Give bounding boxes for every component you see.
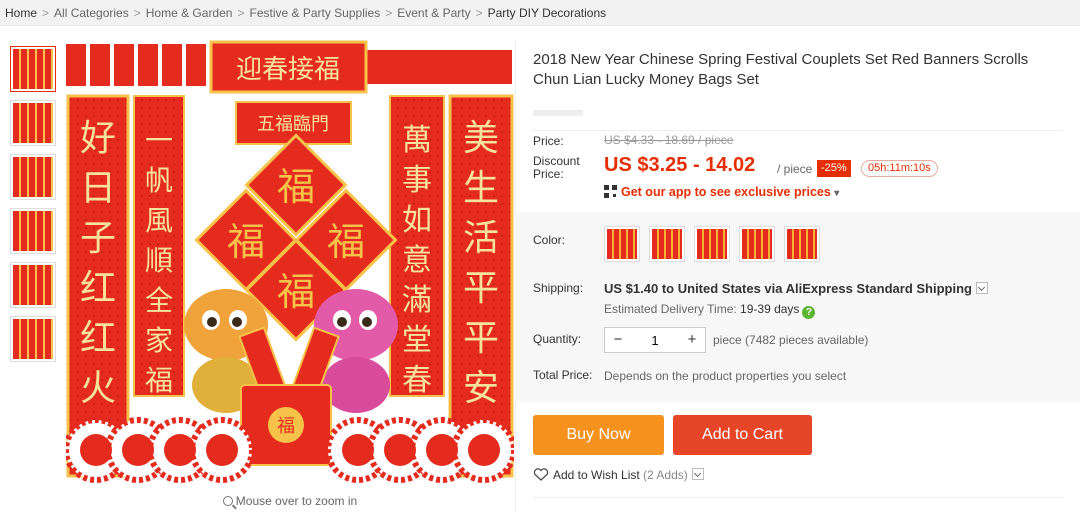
help-icon[interactable]: ? — [802, 306, 816, 319]
shipping-destination: United States via AliExpress Standard Sh… — [677, 281, 972, 296]
wish-adds-count: (2 Adds) — [643, 468, 688, 482]
left-couplet-text: 好日子红红火火 — [80, 118, 116, 459]
wish-list-link[interactable]: Add to Wish List (2 Adds) — [533, 468, 704, 482]
bag-fu-char: 福 — [277, 416, 295, 437]
countdown-timer: 05h:11m:10s — [861, 160, 938, 177]
wish-list-text: Add to Wish List — [553, 468, 640, 482]
breadcrumb-home-garden[interactable]: Home & Garden — [146, 6, 233, 20]
color-label: Color: — [533, 233, 566, 247]
thumbnail-list — [10, 46, 60, 370]
thumbnail-3[interactable] — [10, 154, 56, 200]
add-to-cart-button[interactable]: Add to Cart — [673, 415, 812, 455]
zoom-hint-text: Mouse over to zoom in — [235, 494, 358, 508]
color-swatch-5[interactable] — [784, 226, 820, 262]
total-price-value: Depends on the product properties you se… — [604, 369, 847, 383]
fu-char-3: 福 — [327, 220, 365, 264]
qr-code-icon — [604, 185, 617, 198]
breadcrumb-separator: > — [385, 6, 393, 20]
banner-top-text: 迎春接福 — [236, 55, 340, 85]
color-swatch-3[interactable] — [694, 226, 730, 262]
thumbnail-4[interactable] — [10, 208, 56, 254]
thumbnail-6[interactable] — [10, 316, 56, 362]
breadcrumb-home[interactable]: Home — [5, 6, 37, 20]
breadcrumb-festive-party[interactable]: Festive & Party Supplies — [249, 6, 380, 20]
fu-char-4: 福 — [277, 270, 315, 314]
breadcrumb-separator: > — [42, 6, 50, 20]
zoom-hint: Mouse over to zoom in — [66, 494, 514, 508]
right-couplet-text: 美生活平平安安 — [463, 118, 499, 459]
purchase-panel: Price: US $4.33 - 18.69 / piece Discount… — [533, 0, 1063, 512]
pieces-available: piece (7482 pieces available) — [713, 333, 869, 347]
left-inner-text: 一帆風順全家福 — [145, 124, 173, 397]
banner-sub-text: 五福臨門 — [257, 114, 329, 135]
breadcrumb-all-categories[interactable]: All Categories — [54, 6, 129, 20]
app-promo-text: Get our app to see exclusive prices — [621, 185, 831, 199]
quantity-stepper: − + — [604, 327, 706, 353]
thumbnail-5[interactable] — [10, 262, 56, 308]
buy-now-button[interactable]: Buy Now — [533, 415, 664, 455]
eta-label: Estimated Delivery Time: — [604, 302, 737, 316]
shipping-to: to — [661, 281, 675, 296]
divider — [533, 497, 1063, 498]
couplets-illustration: 迎春接福 五福臨門 好日子红红火火 一帆風順全家福 萬事如意滿堂春 美生活平平安… — [66, 40, 514, 488]
fu-char-1: 福 — [277, 165, 315, 209]
color-swatch-4[interactable] — [739, 226, 775, 262]
color-swatch-2[interactable] — [649, 226, 685, 262]
chevron-down-icon: ▾ — [834, 188, 840, 199]
magnifier-icon — [222, 496, 233, 506]
shipping-price: US $1.40 — [604, 281, 659, 296]
quantity-input[interactable] — [631, 328, 679, 352]
shipping-label: Shipping: — [533, 281, 584, 295]
breadcrumb-event-party[interactable]: Event & Party — [397, 6, 470, 20]
breadcrumb-separator: > — [133, 6, 141, 20]
original-price: US $4.33 - 18.69 / piece — [604, 133, 734, 147]
discount-price-label: Discount Price: — [533, 154, 580, 181]
thumbnail-2[interactable] — [10, 100, 56, 146]
app-promo-link[interactable]: Get our app to see exclusive prices ▾ — [604, 185, 839, 199]
fu-char-2: 福 — [227, 220, 265, 264]
delivery-estimate: Estimated Delivery Time: 19-39 days? — [604, 302, 816, 319]
quantity-increase-button[interactable]: + — [679, 328, 705, 352]
right-inner-text: 萬事如意滿堂春 — [402, 123, 432, 398]
total-price-label: Total Price: — [533, 368, 593, 382]
per-piece-text: / piece — [777, 162, 813, 176]
quantity-decrease-button[interactable]: − — [605, 328, 631, 352]
heart-plus-icon — [533, 468, 549, 481]
product-main-image[interactable]: 迎春接福 五福臨門 好日子红红火火 一帆風順全家福 萬事如意滿堂春 美生活平平安… — [66, 40, 514, 488]
eta-days: 19-39 days — [740, 302, 800, 316]
quantity-label: Quantity: — [533, 332, 582, 346]
breadcrumb-separator: > — [475, 6, 483, 20]
discount-percent-badge: -25% — [817, 160, 851, 177]
color-swatch-1[interactable] — [604, 226, 640, 262]
shipping-dropdown-icon[interactable] — [976, 282, 988, 294]
breadcrumb-separator: > — [237, 6, 245, 20]
thumbnail-1[interactable] — [10, 46, 56, 92]
discount-price: US $3.25 - 14.02 — [604, 154, 756, 176]
wish-dropdown-icon[interactable] — [691, 468, 704, 480]
price-label: Price: — [533, 134, 564, 148]
shipping-info: US $1.40 to United States via AliExpress… — [604, 281, 988, 296]
